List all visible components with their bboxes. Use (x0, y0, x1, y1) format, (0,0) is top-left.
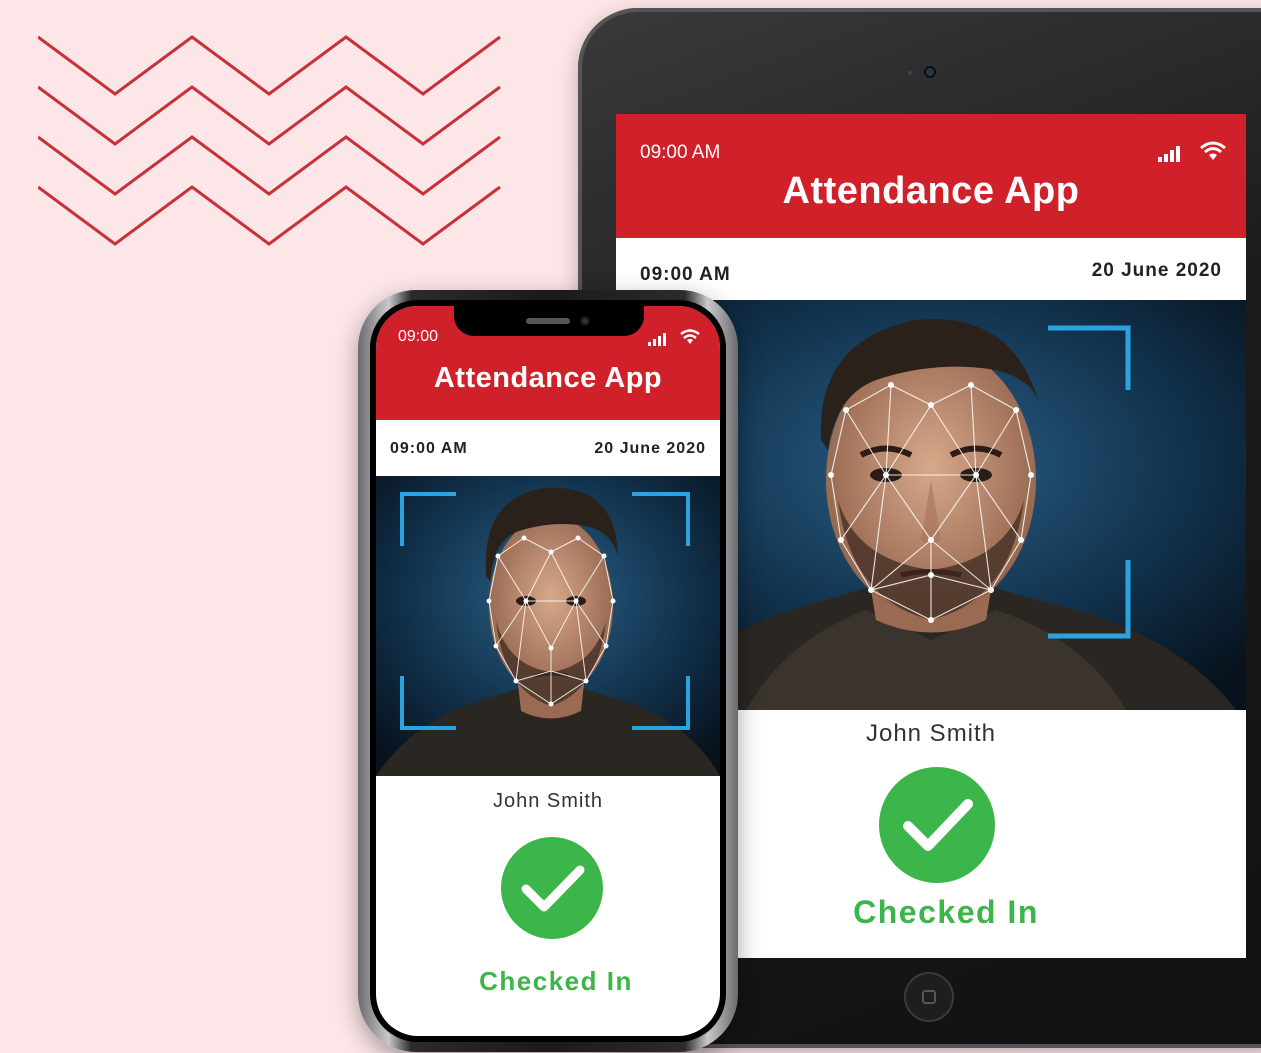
app-header: 09:00 AM Attendance App (616, 114, 1246, 238)
status-bar-time: 09:00 (398, 328, 439, 345)
signal-icon (648, 333, 666, 346)
date-time-bar: 09:00 AM 20 June 2020 (616, 238, 1246, 300)
camera-icon (924, 66, 936, 78)
tablet-sensor (908, 71, 912, 75)
phone-bezel: 09:00 Attendance App 09:00 AM 20 June 20… (370, 300, 726, 1042)
current-date: 20 June 2020 (594, 440, 706, 457)
camera-icon (580, 316, 590, 326)
current-time: 09:00 AM (390, 440, 468, 457)
wifi-icon (1200, 141, 1226, 160)
checked-in-status: Checked In (479, 966, 633, 996)
current-date: 20 June 2020 (1091, 260, 1222, 281)
checkmark-icon (879, 767, 995, 883)
status-bar-time: 09:00 AM (640, 142, 721, 163)
signal-icon (1158, 146, 1180, 162)
app-title: Attendance App (433, 362, 663, 394)
phone-notch (454, 306, 644, 336)
phone-device: 09:00 Attendance App 09:00 AM 20 June 20… (358, 290, 738, 1052)
zigzag-decoration (38, 35, 501, 246)
current-time: 09:00 AM (640, 264, 731, 285)
app-title: Attendance App (782, 170, 1080, 212)
face-scan-image (376, 476, 720, 776)
wifi-icon (680, 329, 700, 344)
person-name: John Smith (492, 790, 604, 812)
date-time-bar: 09:00 AM 20 June 2020 (376, 420, 720, 476)
phone-screen: 09:00 Attendance App 09:00 AM 20 June 20… (376, 306, 720, 1036)
checkmark-icon (501, 837, 603, 939)
home-button-icon (904, 972, 954, 1022)
speaker-grille (526, 318, 570, 324)
